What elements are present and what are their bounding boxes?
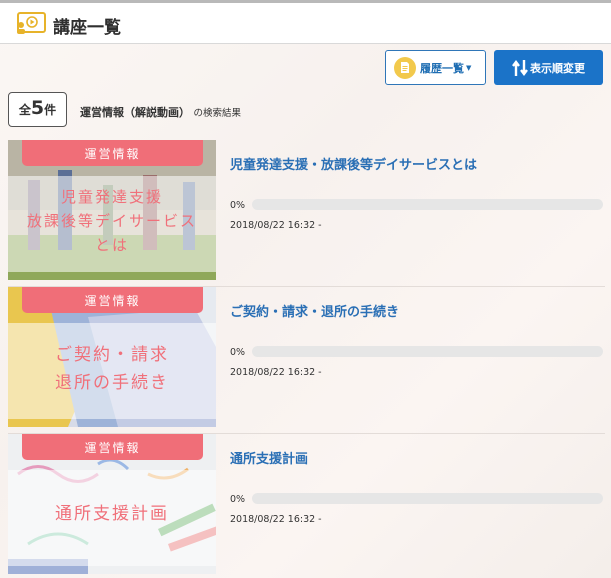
progress-percent: 0% bbox=[230, 494, 246, 505]
course-item[interactable]: 運営情報 ご契約・請求 退所の手続き ご契約・請求・退所の手続き 0% 2018… bbox=[8, 287, 605, 434]
progress-percent: 0% bbox=[230, 347, 246, 358]
result-count: 5 bbox=[30, 97, 45, 119]
count-suffix: 件 bbox=[44, 103, 57, 117]
thumbnail-overlay bbox=[8, 323, 216, 419]
document-icon bbox=[394, 56, 416, 79]
category-badge: 運営情報 bbox=[22, 140, 203, 166]
course-item[interactable]: 運営情報 通所支援計画 通所支援計画 0% 2018/08/22 16:32 - bbox=[8, 434, 605, 578]
thumbnail-caption-line: 放課後等デイサービス bbox=[26, 212, 197, 230]
course-title[interactable]: 児童発達支援・放課後等デイサービスとは bbox=[230, 154, 477, 173]
course-list: 運営情報 児童発達支援 放課後等デイサービス とは 児童発達支援・放課後等デイサ… bbox=[8, 140, 605, 578]
course-thumbnail[interactable]: 運営情報 児童発達支援 放課後等デイサービス とは bbox=[8, 140, 216, 280]
progress-bar bbox=[252, 199, 603, 210]
sort-order-button[interactable]: 表示順変更 bbox=[494, 50, 603, 85]
sort-arrows-icon bbox=[512, 59, 528, 76]
count-prefix: 全 bbox=[18, 103, 31, 117]
course-title[interactable]: 通所支援計画 bbox=[230, 448, 308, 467]
thumbnail-caption-line: 退所の手続き bbox=[55, 373, 169, 393]
course-title[interactable]: ご契約・請求・退所の手続き bbox=[230, 301, 399, 320]
search-result-suffix: の検索結果 bbox=[193, 108, 242, 119]
course-thumbnail[interactable]: 運営情報 ご契約・請求 退所の手続き bbox=[8, 287, 216, 427]
history-list-button[interactable]: 履歴一覧 ▼ bbox=[385, 50, 486, 85]
course-date: 2018/08/22 16:32 - bbox=[230, 220, 322, 231]
course-date: 2018/08/22 16:32 - bbox=[230, 367, 322, 378]
page-title: 講座一覧 bbox=[53, 18, 121, 38]
category-badge: 運営情報 bbox=[22, 287, 203, 313]
progress-percent: 0% bbox=[230, 200, 246, 211]
progress-bar bbox=[252, 493, 603, 504]
sort-order-label: 表示順変更 bbox=[530, 61, 585, 75]
thumbnail-caption-line: 通所支援計画 bbox=[55, 504, 169, 524]
history-list-label: 履歴一覧 bbox=[420, 61, 464, 75]
course-thumbnail[interactable]: 運営情報 通所支援計画 bbox=[8, 434, 216, 574]
thumbnail-caption-line: 児童発達支援 bbox=[60, 188, 163, 206]
search-query: 運営情報（解説動画） bbox=[80, 106, 190, 119]
course-date: 2018/08/22 16:32 - bbox=[230, 514, 322, 525]
result-count-badge: 全 5 件 bbox=[8, 92, 67, 127]
thumbnail-caption-line: とは bbox=[94, 236, 129, 254]
thumbnail-caption-line: ご契約・請求 bbox=[55, 345, 169, 365]
header-bar: 講座一覧 bbox=[0, 0, 611, 44]
course-item[interactable]: 運営情報 児童発達支援 放課後等デイサービス とは 児童発達支援・放課後等デイサ… bbox=[8, 140, 605, 287]
video-lecture-icon bbox=[17, 12, 46, 34]
search-result-text: 運営情報（解説動画） の検索結果 bbox=[80, 104, 241, 120]
category-badge: 運営情報 bbox=[22, 434, 203, 460]
progress-bar bbox=[252, 346, 603, 357]
chevron-down-icon: ▼ bbox=[466, 63, 472, 72]
